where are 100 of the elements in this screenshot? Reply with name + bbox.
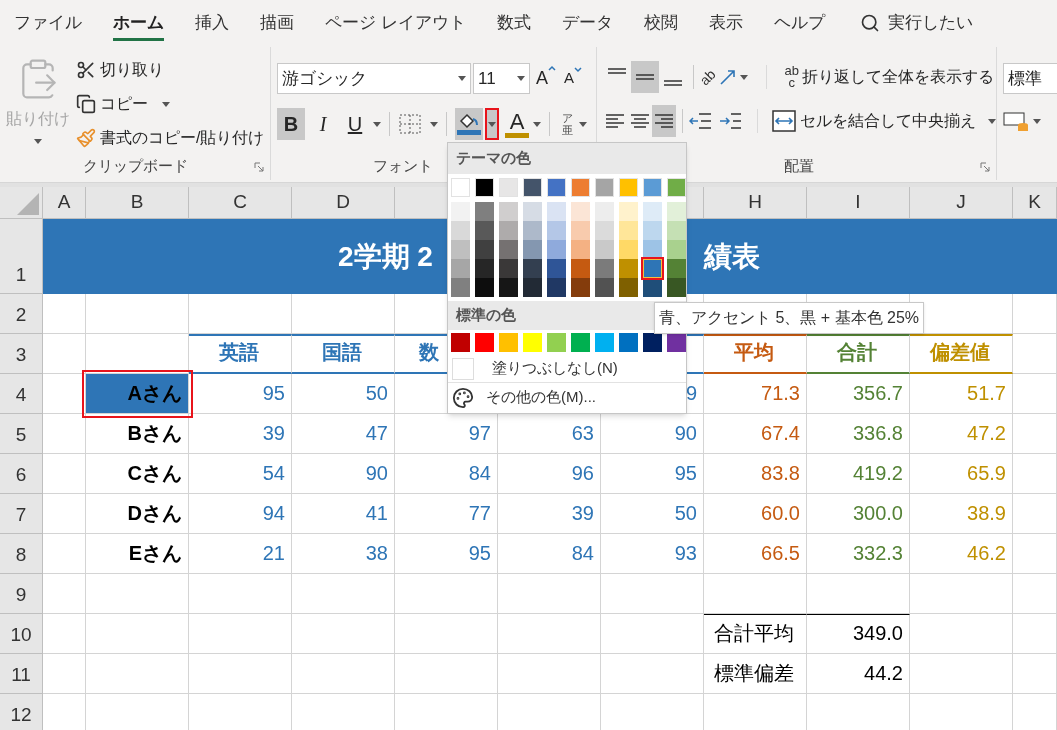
ribbon-tab[interactable]: ファイル (14, 0, 82, 45)
color-swatch[interactable] (451, 178, 470, 197)
color-swatch[interactable] (523, 178, 542, 197)
color-swatch[interactable] (547, 333, 566, 352)
fill-color-button[interactable] (455, 108, 483, 140)
copy-button[interactable]: コピー (76, 91, 265, 117)
color-swatch[interactable] (643, 178, 662, 197)
orientation-button[interactable]: ab (700, 66, 748, 88)
ribbon-tab[interactable]: 表示 (708, 0, 743, 45)
color-swatch[interactable] (571, 221, 590, 240)
font-style-button[interactable]: I (309, 108, 337, 140)
color-swatch[interactable] (643, 202, 662, 221)
color-swatch[interactable] (619, 278, 638, 297)
fill-color-dropdown[interactable] (485, 108, 499, 140)
row-header[interactable]: 11 (0, 654, 43, 694)
color-swatch[interactable] (571, 178, 590, 197)
color-swatch[interactable] (499, 259, 518, 278)
color-swatch[interactable] (619, 240, 638, 259)
ribbon-tab[interactable]: 描画 (260, 0, 294, 45)
color-swatch[interactable] (595, 259, 614, 278)
row-header[interactable]: 4 (0, 374, 43, 414)
cut-button[interactable]: 切り取り (76, 57, 265, 83)
color-swatch[interactable] (595, 221, 614, 240)
row-header[interactable]: 1 (0, 219, 43, 294)
color-swatch[interactable] (475, 221, 494, 240)
font-style-button[interactable]: U (341, 108, 369, 140)
color-swatch[interactable] (523, 259, 542, 278)
color-swatch[interactable] (643, 259, 662, 278)
search-box[interactable]: 実行したい (859, 9, 973, 36)
color-swatch[interactable] (451, 240, 470, 259)
color-swatch[interactable] (571, 278, 590, 297)
color-swatch[interactable] (475, 240, 494, 259)
color-swatch[interactable] (475, 259, 494, 278)
font-name-field[interactable]: 游ゴシック (277, 63, 471, 94)
color-swatch[interactable] (547, 259, 566, 278)
number-format-field[interactable]: 標準 (1003, 63, 1057, 94)
color-swatch[interactable] (619, 178, 638, 197)
color-swatch[interactable] (619, 202, 638, 221)
color-swatch[interactable] (523, 221, 542, 240)
color-swatch[interactable] (499, 202, 518, 221)
font-size-field[interactable]: 11 (473, 63, 530, 94)
phonetic-button[interactable]: ア 亜 (562, 112, 587, 136)
color-swatch[interactable] (643, 333, 662, 352)
color-swatch[interactable] (547, 202, 566, 221)
ribbon-tab[interactable]: 校閲 (643, 0, 678, 45)
no-fill-option[interactable]: 塗りつぶしなし(N) (448, 355, 686, 383)
decrease-indent-button[interactable] (689, 112, 714, 130)
color-swatch[interactable] (595, 240, 614, 259)
color-swatch[interactable] (499, 240, 518, 259)
dialog-launcher-icon[interactable] (254, 162, 264, 172)
color-swatch[interactable] (571, 240, 590, 259)
color-swatch[interactable] (499, 333, 518, 352)
color-swatch[interactable] (595, 178, 614, 197)
color-swatch[interactable] (595, 202, 614, 221)
color-swatch[interactable] (523, 333, 542, 352)
font-style-button[interactable]: B (277, 108, 305, 140)
row-header[interactable]: 2 (0, 294, 43, 334)
shrink-font-button[interactable]: A (564, 67, 583, 90)
color-swatch[interactable] (547, 278, 566, 297)
font-color-button[interactable]: A (503, 108, 531, 140)
color-swatch[interactable] (523, 202, 542, 221)
increase-indent-button[interactable] (719, 112, 744, 130)
row-header[interactable]: 8 (0, 534, 43, 574)
color-swatch[interactable] (571, 259, 590, 278)
color-swatch[interactable] (571, 333, 590, 352)
color-swatch[interactable] (451, 278, 470, 297)
color-swatch[interactable] (667, 221, 686, 240)
row-header[interactable]: 7 (0, 494, 43, 534)
ribbon-tab[interactable]: ホーム (113, 0, 164, 45)
ribbon-tab[interactable]: ヘルプ (773, 0, 825, 45)
color-swatch[interactable] (595, 333, 614, 352)
color-swatch[interactable] (619, 333, 638, 352)
color-swatch[interactable] (619, 221, 638, 240)
color-swatch[interactable] (667, 202, 686, 221)
color-swatch[interactable] (547, 240, 566, 259)
color-swatch[interactable] (499, 221, 518, 240)
horizontal-align-button[interactable] (651, 105, 677, 137)
color-swatch[interactable] (667, 259, 686, 278)
vertical-align-button[interactable] (631, 61, 659, 93)
color-swatch[interactable] (619, 259, 638, 278)
select-all-icon[interactable] (17, 193, 39, 215)
color-swatch[interactable] (451, 333, 470, 352)
color-swatch[interactable] (667, 240, 686, 259)
ribbon-tab[interactable]: データ (561, 0, 613, 45)
color-swatch[interactable] (499, 278, 518, 297)
ribbon-tab[interactable]: 数式 (496, 0, 531, 45)
row-header[interactable]: 6 (0, 454, 43, 494)
color-swatch[interactable] (451, 202, 470, 221)
format-painter-button[interactable]: 書式のコピー/貼り付け (76, 125, 265, 151)
row-header[interactable]: 9 (0, 574, 43, 614)
color-swatch[interactable] (523, 240, 542, 259)
color-swatch[interactable] (475, 333, 494, 352)
grow-font-button[interactable]: A (536, 65, 556, 92)
dialog-launcher-icon[interactable] (980, 162, 990, 172)
color-swatch[interactable] (523, 278, 542, 297)
color-swatch[interactable] (643, 221, 662, 240)
color-swatch[interactable] (475, 178, 494, 197)
row-header[interactable]: 12 (0, 694, 43, 730)
color-swatch[interactable] (451, 221, 470, 240)
color-swatch[interactable] (475, 278, 494, 297)
